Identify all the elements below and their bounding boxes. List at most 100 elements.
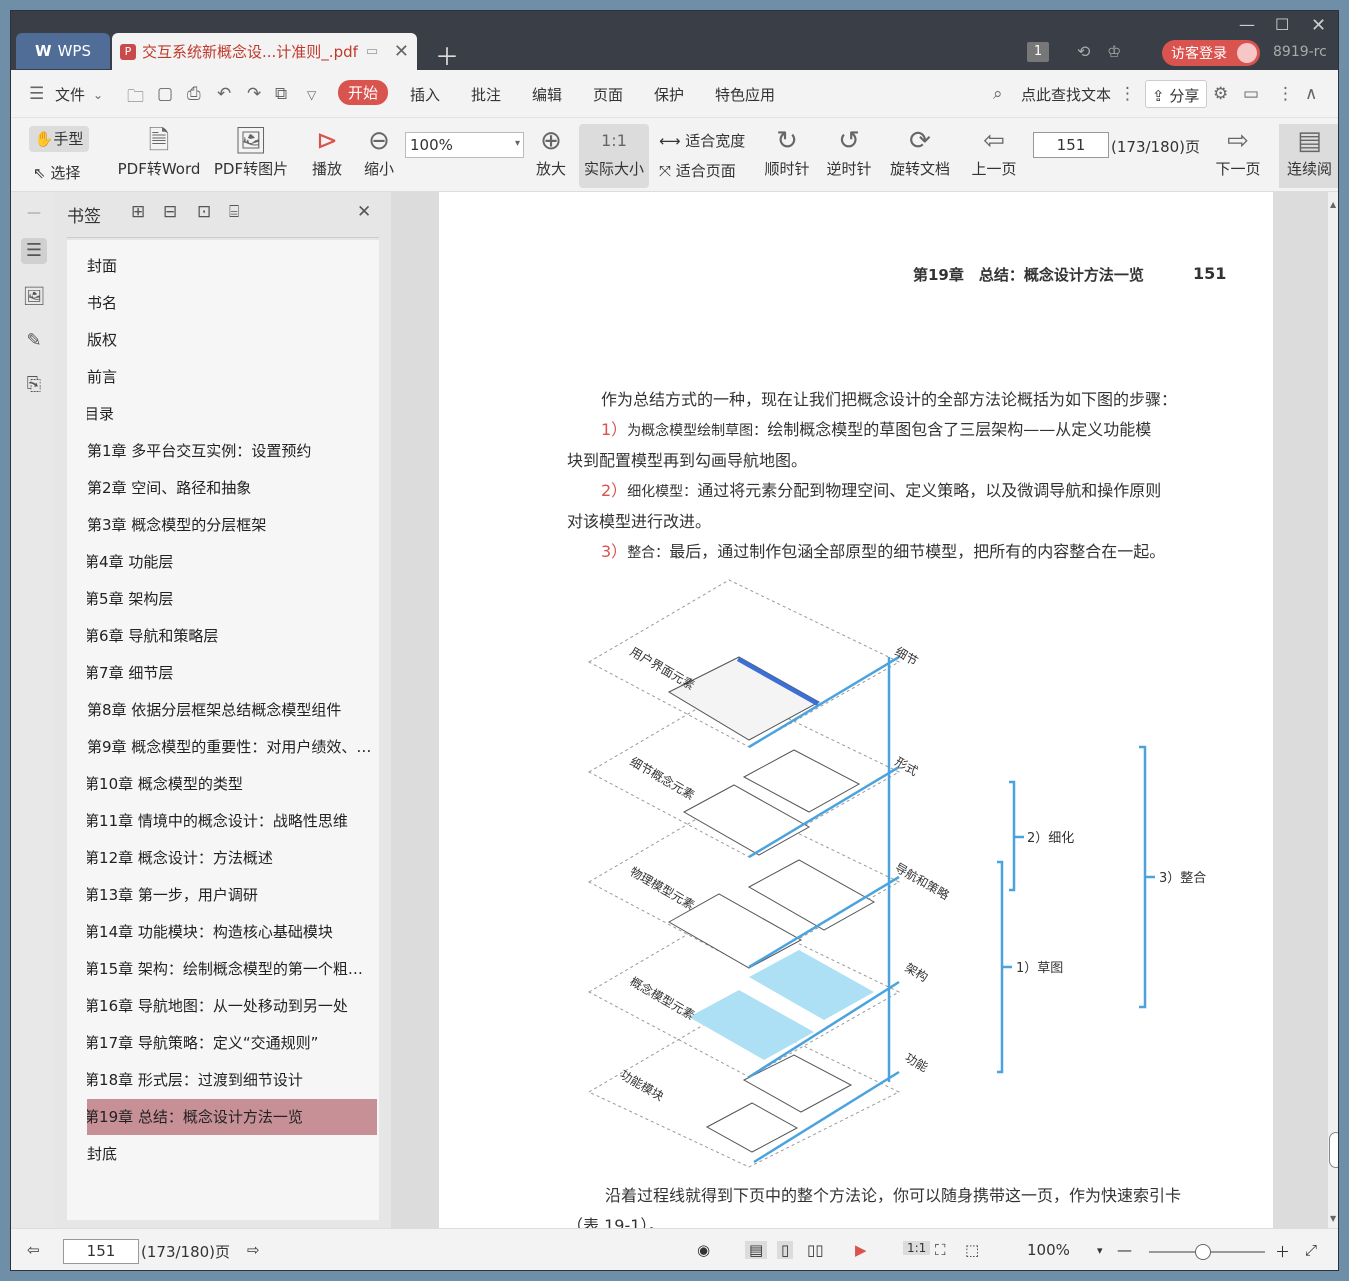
maximize-icon[interactable]: ☐	[1275, 15, 1289, 34]
bookmark-item[interactable]: ▸第7章 细节层	[87, 655, 377, 691]
scroll-up-icon[interactable]: ▲	[1330, 200, 1336, 209]
zoom-slider[interactable]	[1149, 1244, 1265, 1260]
more-options-icon[interactable]: ⋮	[1277, 84, 1294, 104]
search-icon[interactable]: ⌕	[993, 84, 1003, 104]
bookmark-item[interactable]: ▸第11章 情境中的概念设计：战略性思维	[87, 803, 377, 839]
bookmark-item[interactable]: ▸第13章 第一步，用户调研	[87, 877, 377, 913]
cloud-icon[interactable]: ⟲	[1077, 42, 1090, 61]
bookmark-item[interactable]: ▸第16章 导航地图：从一处移动到另一处	[87, 988, 377, 1024]
menu-edit[interactable]: 编辑	[532, 84, 562, 105]
double-page-icon[interactable]: ▯▯	[807, 1241, 824, 1259]
menu-page[interactable]: 页面	[593, 84, 623, 105]
select-tool-button[interactable]: ⇖ 选择	[33, 162, 80, 183]
bookmark-item[interactable]: ▸第12章 概念设计：方法概述	[87, 840, 377, 876]
fit-width-status-icon[interactable]: ⬚	[965, 1241, 979, 1259]
page-number-input[interactable]: 151	[1033, 132, 1109, 158]
menu-protect[interactable]: 保护	[654, 84, 684, 105]
bookmark-item[interactable]: 封底	[87, 1136, 377, 1172]
bookmark-item[interactable]: ▸第15章 架构：绘制概念模型的第一个粗…	[87, 951, 377, 987]
scroll-down-icon[interactable]: ▼	[1330, 1214, 1336, 1223]
kebab-icon[interactable]: ⋮	[1119, 84, 1136, 104]
bookmark-item[interactable]: ▸第17章 导航策略：定义“交通规则”	[87, 1025, 377, 1061]
hand-tool-button[interactable]: ✋手型	[29, 126, 89, 152]
print-icon[interactable]: ⎙	[187, 84, 201, 104]
redo-icon[interactable]: ↷	[247, 84, 261, 104]
bookmark-item[interactable]: 书名	[87, 285, 377, 321]
menu-file[interactable]: 文件	[55, 84, 85, 105]
bookmark-item[interactable]: 第2章 空间、路径和抽象	[87, 470, 377, 506]
bookmark-item[interactable]: ▸目录	[87, 396, 377, 432]
save-icon[interactable]: ▢	[157, 84, 173, 104]
search-text-button[interactable]: 点此查找文本	[1021, 84, 1111, 105]
close-tab-icon[interactable]: ✕	[394, 41, 409, 62]
expand-all-icon[interactable]: ⊞	[131, 202, 145, 222]
zoom-in-button[interactable]: ⊕ 放大	[531, 124, 571, 179]
minimize-icon[interactable]: —	[1239, 15, 1255, 34]
zoom-plus-icon[interactable]: ＋	[1275, 1241, 1290, 1262]
fit-page-button[interactable]: ⤧ 适合页面	[659, 160, 736, 181]
skin-icon[interactable]: ♔	[1107, 42, 1121, 61]
bookmark-item[interactable]: ▸第6章 导航和策略层	[87, 618, 377, 654]
share-button[interactable]: ⇪ 分享	[1145, 80, 1207, 108]
menu-annotate[interactable]: 批注	[471, 84, 501, 105]
bookmark-item[interactable]: ▸第5章 架构层	[87, 581, 377, 617]
actual-size-button[interactable]: 1:1 实际大小	[579, 124, 649, 188]
settings-icon[interactable]: ⚙	[1213, 84, 1228, 104]
status-next-icon[interactable]: ⇨	[247, 1241, 260, 1259]
status-zoom-value[interactable]: 100%	[1027, 1241, 1070, 1259]
bookmark-item[interactable]: ▸第18章 形式层：过渡到细节设计	[87, 1062, 377, 1098]
menu-insert[interactable]: 插入	[410, 84, 440, 105]
monitor-icon[interactable]: ▭	[366, 44, 378, 59]
wps-home-tab[interactable]: W WPS	[16, 33, 110, 69]
new-tab-icon[interactable]: ＋	[435, 37, 459, 72]
play-slideshow-icon[interactable]: ▶	[855, 1241, 867, 1259]
login-button[interactable]: 访客登录	[1162, 40, 1260, 66]
bookmark-item[interactable]: ▸第19章 总结：概念设计方法一览	[87, 1099, 377, 1135]
zoom-minus-icon[interactable]: —	[1117, 1241, 1132, 1259]
rotate-cw-button[interactable]: ↻ 顺时针	[761, 124, 813, 179]
bookmark-item[interactable]: 封面	[87, 248, 377, 284]
continuous-read-button[interactable]: ▤ 连续阅	[1279, 124, 1338, 188]
pdf-to-word-button[interactable]: 🗎 PDF转Word	[113, 124, 205, 179]
zoom-out-button[interactable]: ⊖ 缩小	[359, 124, 399, 179]
collapse-ribbon-icon[interactable]: ∧	[1305, 84, 1317, 104]
status-prev-icon[interactable]: ⇦	[27, 1241, 40, 1259]
menu-special[interactable]: 特色应用	[715, 84, 775, 105]
eye-protect-icon[interactable]: ◉	[697, 1241, 710, 1259]
bookmark-item[interactable]: 版权	[87, 322, 377, 358]
signature-icon[interactable]: ⎘	[21, 372, 47, 398]
fit-width-button[interactable]: ⟷ 适合宽度	[659, 130, 745, 151]
tab-count-badge[interactable]: 1	[1027, 42, 1049, 62]
prev-page-button[interactable]: ⇦ 上一页	[969, 124, 1019, 179]
pdf-to-image-button[interactable]: 🖼 PDF转图片	[211, 124, 291, 179]
bookmark-item[interactable]: ▸第14章 功能模块：构造核心基础模块	[87, 914, 377, 950]
actual-size-status-icon[interactable]: 1:1	[903, 1241, 931, 1255]
zoom-dropdown-icon[interactable]: ▾	[1097, 1244, 1103, 1257]
bookmark-item[interactable]: 前言	[87, 359, 377, 395]
rotate-ccw-button[interactable]: ↺ 逆时针	[823, 124, 875, 179]
play-button[interactable]: ⊳ 播放	[307, 124, 347, 179]
close-window-icon[interactable]: ✕	[1311, 15, 1326, 36]
document-tab[interactable]: P 交互系统新概念设...计准则_.pdf ▭ ✕	[112, 33, 417, 70]
export-icon[interactable]: ⧉	[275, 84, 287, 104]
bookmark-panel-icon[interactable]: ☰	[21, 238, 47, 264]
annotation-icon[interactable]: ✎	[21, 328, 47, 354]
zoom-select[interactable]: 100% ▾	[405, 132, 524, 158]
bookmark-item[interactable]: ▸第4章 功能层	[87, 544, 377, 580]
next-page-button[interactable]: ⇨ 下一页	[1213, 124, 1263, 179]
menu-start[interactable]: 开始	[338, 80, 389, 105]
bookmark-item[interactable]: 第8章 依据分层框架总结概念模型组件	[87, 692, 377, 728]
close-panel-icon[interactable]: ✕	[357, 202, 371, 222]
more-icon[interactable]: ▽	[307, 88, 316, 102]
add-bookmark-icon[interactable]: ⊡	[197, 202, 211, 222]
collapse-all-icon[interactable]: ⊟	[163, 202, 177, 222]
fullscreen-icon[interactable]: ⤢	[1305, 1241, 1317, 1259]
scroll-thumb[interactable]	[1329, 1132, 1338, 1168]
bookmark-item[interactable]: ▸第10章 概念模型的类型	[87, 766, 377, 802]
bookmark-item[interactable]: 第1章 多平台交互实例：设置预约	[87, 433, 377, 469]
bookmark-settings-icon[interactable]: ⌸	[229, 202, 239, 222]
vertical-scrollbar[interactable]: ▲ ▼	[1328, 192, 1338, 1228]
zoom-slider-thumb[interactable]	[1195, 1244, 1211, 1260]
comment-icon[interactable]: ▭	[1243, 84, 1259, 104]
chevron-down-icon[interactable]: ⌄	[93, 88, 103, 102]
